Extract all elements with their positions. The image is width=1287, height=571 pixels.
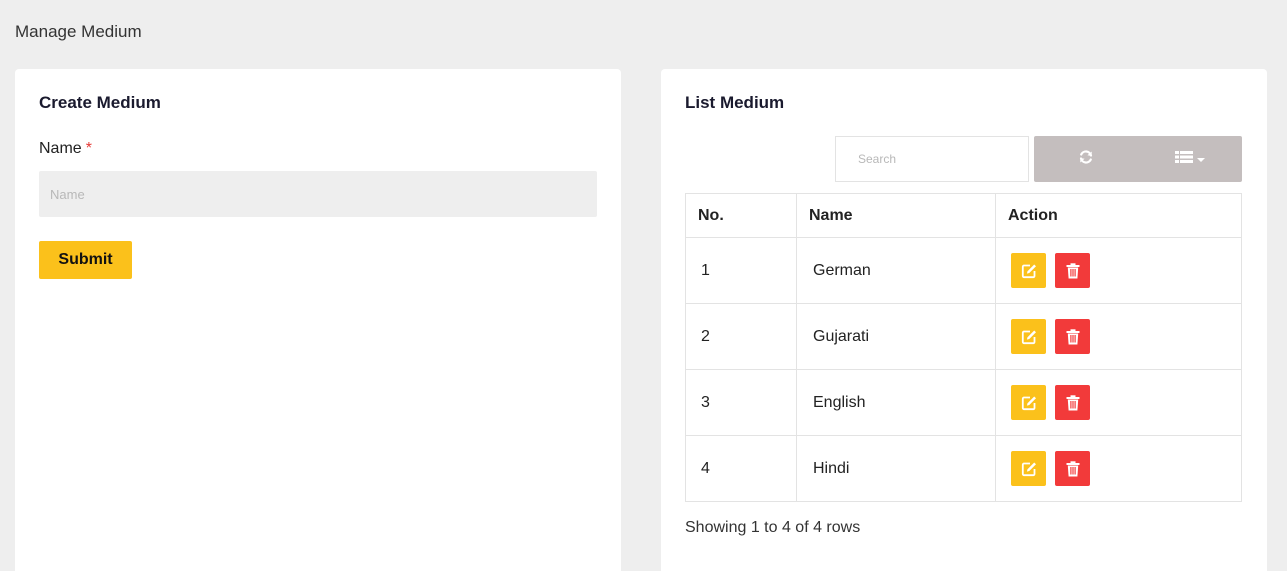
edit-button[interactable] [1011, 451, 1046, 486]
trash-icon [1066, 394, 1080, 411]
caret-down-icon [1197, 150, 1205, 168]
row-name: English [796, 369, 996, 436]
edit-button[interactable] [1011, 385, 1046, 420]
table-row: 2 Gujarati [685, 303, 1242, 370]
edit-icon [1021, 329, 1037, 345]
column-header-action: Action [995, 193, 1242, 238]
column-header-name: Name [796, 193, 996, 238]
table-header-row: No. Name Action [685, 193, 1242, 238]
submit-button[interactable]: Submit [39, 241, 132, 279]
row-name: Hindi [796, 435, 996, 502]
pagination-info: Showing 1 to 4 of 4 rows [685, 519, 861, 536]
page-title: Manage Medium [15, 22, 142, 41]
medium-table: No. Name Action 1 German 2 Gujarati 3 English… [685, 193, 1242, 502]
create-medium-card: Create Medium Name* Submit [15, 69, 621, 571]
search-input[interactable] [835, 136, 1029, 182]
table-toolbar [1034, 136, 1242, 182]
edit-icon [1021, 263, 1037, 279]
table-row: 4 Hindi [685, 435, 1242, 502]
row-number: 3 [685, 369, 797, 436]
row-name: Gujarati [796, 303, 996, 370]
name-label-text: Name [39, 140, 82, 157]
row-number: 4 [685, 435, 797, 502]
table-row: 3 English [685, 369, 1242, 436]
row-actions [995, 303, 1242, 370]
delete-button[interactable] [1055, 385, 1090, 420]
edit-button[interactable] [1011, 319, 1046, 354]
delete-button[interactable] [1055, 451, 1090, 486]
list-medium-title: List Medium [685, 93, 785, 112]
trash-icon [1066, 328, 1080, 345]
name-field-label: Name * [39, 140, 92, 158]
row-number: 1 [685, 237, 797, 304]
delete-button[interactable] [1055, 319, 1090, 354]
columns-list-icon [1175, 150, 1193, 169]
columns-toggle-button[interactable] [1138, 136, 1242, 182]
create-medium-title: Create Medium [39, 93, 161, 112]
row-actions [995, 435, 1242, 502]
table-row: 1 German [685, 237, 1242, 304]
trash-icon [1066, 262, 1080, 279]
edit-icon [1021, 395, 1037, 411]
row-actions [995, 237, 1242, 304]
delete-button[interactable] [1055, 253, 1090, 288]
column-header-no: No. [685, 193, 797, 238]
list-medium-card: List Medium Search No. Name Action 1 Ger… [661, 69, 1267, 571]
edit-icon [1021, 461, 1037, 477]
trash-icon [1066, 460, 1080, 477]
name-input[interactable] [39, 171, 597, 217]
row-name: German [796, 237, 996, 304]
edit-button[interactable] [1011, 253, 1046, 288]
refresh-button[interactable] [1034, 136, 1138, 182]
required-marker: * [85, 140, 92, 157]
row-actions [995, 369, 1242, 436]
refresh-icon [1078, 149, 1094, 170]
row-number: 2 [685, 303, 797, 370]
